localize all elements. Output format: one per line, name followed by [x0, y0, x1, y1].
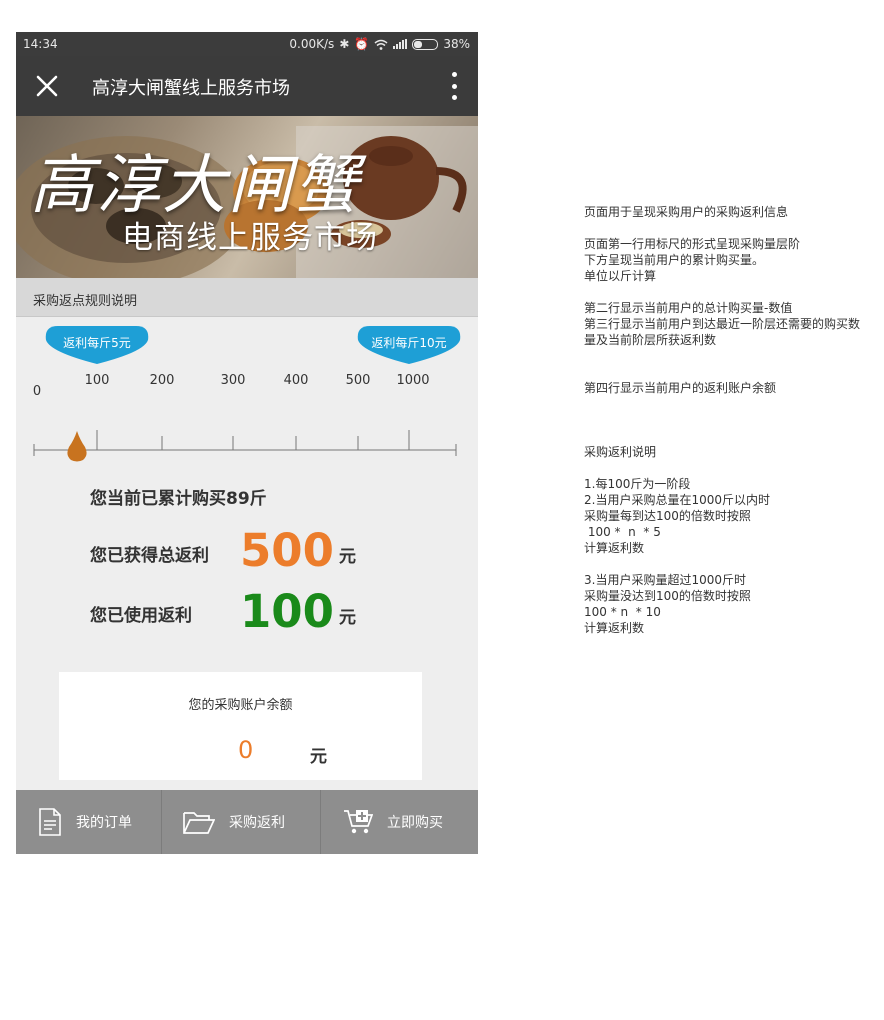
tick-label-200: 200	[149, 373, 175, 388]
rebate-pin-10: 返利每斤10元	[356, 322, 462, 368]
banner-subtitle: 电商线上服务市场	[122, 220, 378, 256]
folder-icon	[183, 812, 215, 834]
purchase-ruler: 返利每斤5元 返利每斤10元 0 100 200 300 400 500 100…	[16, 316, 478, 496]
note-line: 页面用于呈现采购用户的采购返利信息	[584, 205, 789, 219]
tab-purchase-rebate[interactable]: 采购返利	[161, 790, 320, 854]
rules-link[interactable]: 采购返点规则说明	[16, 278, 478, 317]
close-icon[interactable]	[34, 73, 60, 99]
note-line	[584, 460, 884, 476]
status-right: 0.00K/s ✱ ⏰ 38%	[289, 37, 470, 51]
note-line: 第二行显示当前用户的总计购买量-数值	[584, 301, 793, 315]
note-line: 采购量没达到100的倍数时按照	[584, 589, 751, 603]
note-line: 第四行显示当前用户的返利账户余额	[584, 381, 777, 395]
earned-rebate-value: 500	[240, 524, 334, 577]
battery-percent: 38%	[443, 37, 470, 51]
note-line	[584, 396, 884, 412]
page-title: 高淳大闸蟹线上服务市场	[92, 78, 290, 99]
document-icon	[39, 808, 61, 836]
tab-buy-now[interactable]: 立即购买	[320, 790, 478, 854]
used-rebate-value: 100	[240, 585, 334, 638]
cumulative-purchase: 您当前已累计购买89斤	[90, 489, 267, 509]
note-line: 100 * n * 5	[584, 525, 661, 539]
signal-icon	[393, 39, 408, 49]
tab-label: 采购返利	[229, 815, 285, 831]
note-line: 第三行显示当前用户到达最近一阶层还需要的购买数	[584, 317, 861, 331]
note-line	[584, 364, 884, 380]
note-line: 页面第一行用标尺的形式呈现采购量层阶	[584, 237, 801, 251]
more-menu-icon[interactable]	[450, 72, 458, 100]
rebate-pin-label: 返利每斤5元	[63, 336, 131, 350]
tab-label: 立即购买	[387, 815, 443, 831]
balance-unit: 元	[310, 747, 327, 767]
note-line: 1.每100斤为一阶段	[584, 477, 691, 491]
note-line	[584, 428, 884, 444]
rebate-pin-label: 返利每斤10元	[371, 336, 447, 350]
note-line	[584, 220, 884, 236]
note-line	[584, 556, 884, 572]
balance-value: 0	[238, 736, 254, 764]
balance-caption: 您的采购账户余额	[188, 698, 293, 713]
alarm-icon: ⏰	[354, 37, 370, 51]
note-line: 下方呈现当前用户的累计购买量。	[584, 253, 765, 267]
tick-label-400: 400	[283, 373, 309, 388]
bottom-tab-bar: 我的订单 采购返利 立即购买	[16, 790, 478, 854]
note-line: 采购量每到达100的倍数时按照	[584, 509, 751, 523]
wifi-icon	[374, 39, 388, 50]
rules-link-label: 采购返点规则说明	[33, 294, 138, 309]
banner-image: 高淳大闸蟹 电商线上服务市场	[16, 116, 478, 278]
note-line: 计算返利数	[584, 541, 645, 555]
note-line: 单位以斤计算	[584, 269, 657, 283]
note-line: 量及当前阶层所获返利数	[584, 333, 717, 347]
earned-rebate-label: 您已获得总返利	[90, 546, 209, 566]
note-line: 计算返利数	[584, 621, 645, 635]
status-time: 14:34	[23, 37, 58, 51]
tick-label-300: 300	[220, 373, 246, 388]
bluetooth-icon: ✱	[339, 37, 350, 51]
annotation-notes: 页面用于呈现采购用户的采购返利信息 页面第一行用标尺的形式呈现采购量层阶 下方呈…	[584, 204, 884, 636]
note-line: 100 * n * 10	[584, 605, 661, 619]
note-line: 3.当用户采购量超过1000斤时	[584, 573, 746, 587]
note-line	[584, 348, 884, 364]
rebate-pin-5: 返利每斤5元	[44, 322, 150, 368]
used-rebate-unit: 元	[339, 608, 356, 628]
current-position-drop-icon	[67, 431, 87, 462]
account-balance-card: 您的采购账户余额 0 元	[59, 672, 422, 780]
used-rebate-label: 您已使用返利	[90, 606, 192, 626]
battery-icon	[412, 38, 439, 50]
network-speed: 0.00K/s	[289, 37, 335, 51]
note-line: 2.当用户采购总量在1000斤以内时	[584, 493, 770, 507]
tab-label: 我的订单	[76, 815, 132, 831]
note-line	[584, 284, 884, 300]
tab-my-orders[interactable]: 我的订单	[16, 790, 161, 854]
tick-label-1000: 1000	[396, 373, 430, 388]
note-line: 采购返利说明	[584, 445, 657, 459]
note-line	[584, 412, 884, 428]
tick-label-500: 500	[345, 373, 371, 388]
status-bar: 14:34 0.00K/s ✱ ⏰ 38%	[16, 32, 478, 56]
tick-label-100: 100	[84, 373, 110, 388]
earned-rebate-unit: 元	[339, 547, 356, 567]
top-bar: 高淳大闸蟹线上服务市场	[16, 56, 478, 116]
phone-screen: 14:34 0.00K/s ✱ ⏰ 38% 高淳大闸蟹线上服务市场 高淳大闸蟹 …	[16, 32, 478, 854]
cart-add-icon	[344, 810, 373, 834]
